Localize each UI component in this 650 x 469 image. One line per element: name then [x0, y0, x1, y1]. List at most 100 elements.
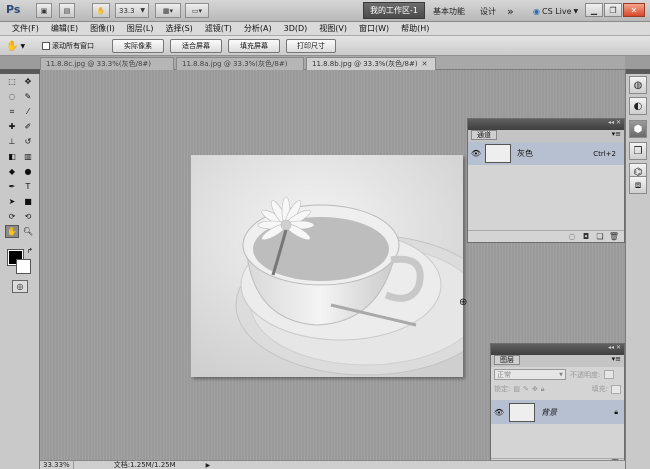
quick-mask-button[interactable]: ◎: [12, 280, 28, 293]
3d-panel-button[interactable]: ⬢: [629, 120, 647, 138]
quick-select-tool-icon[interactable]: ✎: [21, 90, 35, 103]
lasso-tool-icon[interactable]: ◌: [5, 90, 19, 103]
healing-tool-icon[interactable]: ✚: [5, 120, 19, 133]
trash-icon[interactable]: 🗑︎: [608, 232, 620, 241]
menu-select[interactable]: 选择(S): [159, 23, 198, 34]
transform-panel-button[interactable]: ⧈: [629, 176, 647, 194]
zoom-level-dropdown[interactable]: 33.3 ▼: [115, 3, 149, 18]
visibility-eye-icon[interactable]: 👁︎: [493, 406, 505, 418]
menu-window[interactable]: 窗口(W): [353, 23, 395, 34]
color-panel-button[interactable]: ◍: [629, 76, 647, 94]
status-menu-arrow-icon[interactable]: ▶: [206, 462, 211, 469]
print-size-button[interactable]: 打印尺寸: [286, 39, 336, 53]
close-icon[interactable]: ✕: [422, 60, 428, 68]
status-zoom[interactable]: 33.33%: [40, 461, 74, 469]
fit-screen-button[interactable]: 适合屏幕: [170, 39, 222, 53]
workspace-active[interactable]: 我的工作区-1: [363, 2, 425, 19]
menu-image[interactable]: 图像(I): [84, 23, 121, 34]
cube-icon: ⬢: [633, 123, 643, 135]
tab-channels[interactable]: 通道: [471, 130, 497, 140]
menu-edit[interactable]: 编辑(E): [45, 23, 84, 34]
3d-rotate-tool-icon[interactable]: ⟳: [5, 210, 19, 223]
document-image[interactable]: [191, 155, 463, 377]
tab-layers[interactable]: 图层: [494, 355, 520, 365]
panel-menu-icon[interactable]: ▾≡: [612, 130, 621, 138]
minimize-button[interactable]: ▁: [585, 3, 603, 17]
actual-pixels-button[interactable]: 实际像素: [112, 39, 164, 53]
move-tool-icon[interactable]: ✥: [21, 75, 35, 88]
hand-icon: ✋: [6, 40, 19, 52]
3d-camera-tool-icon[interactable]: ⟲: [21, 210, 35, 223]
history-brush-tool-icon[interactable]: ↺: [21, 135, 35, 148]
eyedropper-tool-icon[interactable]: ⁄: [21, 105, 35, 118]
cslive-button[interactable]: ◉ CS Live ▼: [533, 4, 578, 18]
tab-doc-a[interactable]: 11.8.8a.jpg @ 33.3%(灰色/8#): [176, 57, 304, 70]
menu-help[interactable]: 帮助(H): [395, 23, 435, 34]
dodge-tool-icon[interactable]: ●: [21, 165, 35, 178]
restore-button[interactable]: ❐: [604, 3, 622, 17]
layers-panel-button[interactable]: ❒: [629, 142, 647, 160]
layers-panel-titlebar[interactable]: ◂◂ ✕: [491, 344, 624, 355]
tab-doc-c[interactable]: 11.8.8c.jpg @ 33.3%(灰色/8#): [40, 57, 174, 70]
pen-tool-icon[interactable]: ✒: [5, 180, 19, 193]
menu-3d[interactable]: 3D(D): [278, 24, 314, 33]
layers-panel: ◂◂ ✕ 图层 ▾≡ 正常 ▼ 不透明度: 锁定: ▨ ✎ ✥ 🔒︎ 填充: 👁…: [490, 343, 625, 469]
chevron-down-icon: ▼: [20, 42, 26, 50]
fill-screen-button[interactable]: 填充屏幕: [228, 39, 280, 53]
lock-position-icon[interactable]: ✥: [532, 385, 538, 393]
channels-panel-titlebar[interactable]: ◂◂ ✕: [468, 119, 624, 130]
bridge-button[interactable]: ▣: [36, 3, 52, 18]
visibility-eye-icon[interactable]: 👁︎: [470, 148, 482, 160]
adjustments-panel-button[interactable]: ◐: [629, 97, 647, 115]
menu-view[interactable]: 视图(V): [313, 23, 353, 34]
marquee-tool-icon[interactable]: ⬚: [5, 75, 19, 88]
mini-bridge-button[interactable]: ▤: [59, 3, 75, 18]
bridge-icon: ▣: [40, 6, 48, 15]
blur-tool-icon[interactable]: ◆: [5, 165, 19, 178]
menu-layer[interactable]: 图层(L): [121, 23, 160, 34]
layer-row-background[interactable]: 👁︎ 背景 🔒︎: [491, 400, 624, 424]
swap-colors-icon[interactable]: ↱: [27, 247, 33, 255]
channel-thumbnail: [485, 144, 511, 163]
crop-tool-icon[interactable]: ⌗: [5, 105, 19, 118]
save-selection-icon[interactable]: ◘: [580, 232, 592, 241]
workspace-basic[interactable]: 基本功能: [433, 4, 465, 18]
stamp-tool-icon[interactable]: ⊥: [5, 135, 19, 148]
collapse-icon[interactable]: ◂◂ ✕: [608, 344, 621, 351]
type-tool-icon[interactable]: T: [21, 180, 35, 193]
lock-image-icon[interactable]: ✎: [523, 385, 529, 393]
channel-row-gray[interactable]: 👁︎ 灰色 Ctrl+2: [468, 142, 624, 165]
gradient-tool-icon[interactable]: ▥: [21, 150, 35, 163]
hand-tool-icon[interactable]: ✋: [5, 225, 19, 238]
close-button[interactable]: ✕: [623, 3, 645, 17]
layers-icon: ❒: [633, 145, 643, 157]
lock-all-icon[interactable]: 🔒︎: [541, 385, 545, 394]
load-selection-icon[interactable]: ◌: [566, 232, 578, 241]
path-select-tool-icon[interactable]: ➤: [5, 195, 19, 208]
adjustments-icon: ◐: [633, 100, 643, 112]
scroll-all-windows-checkbox[interactable]: 滚动所有窗口: [42, 41, 94, 51]
opacity-input[interactable]: [604, 370, 615, 379]
tool-preset-picker[interactable]: ✋ ▼: [6, 39, 34, 53]
workspace-design[interactable]: 设计: [480, 4, 496, 18]
menu-file[interactable]: 文件(F): [6, 23, 45, 34]
channels-footer: ◌ ◘ ❏ 🗑︎: [468, 230, 624, 242]
tab-doc-b[interactable]: 11.8.8b.jpg @ 33.3%(灰色/8#) ✕: [306, 57, 436, 70]
menu-analysis[interactable]: 分析(A): [238, 23, 278, 34]
screen-mode-button[interactable]: ▭▾: [185, 3, 209, 18]
zoom-tool-icon[interactable]: 🔍︎: [21, 225, 35, 238]
hand-tool-button[interactable]: ✋: [92, 3, 110, 18]
eraser-tool-icon[interactable]: ◧: [5, 150, 19, 163]
fill-input[interactable]: [611, 384, 621, 394]
lock-transparency-icon[interactable]: ▨: [513, 385, 520, 393]
arrange-documents-button[interactable]: ▦▾: [155, 3, 181, 18]
more-workspaces-button[interactable]: »: [507, 4, 514, 18]
new-channel-icon[interactable]: ❏: [594, 232, 606, 241]
collapse-icon[interactable]: ◂◂ ✕: [608, 119, 621, 126]
background-color-swatch[interactable]: [16, 259, 31, 274]
blend-mode-select[interactable]: 正常 ▼: [494, 369, 566, 380]
shape-tool-icon[interactable]: ■: [21, 195, 35, 208]
brush-tool-icon[interactable]: ✐: [21, 120, 35, 133]
panel-menu-icon[interactable]: ▾≡: [612, 355, 621, 363]
menu-filter[interactable]: 滤镜(T): [199, 23, 238, 34]
